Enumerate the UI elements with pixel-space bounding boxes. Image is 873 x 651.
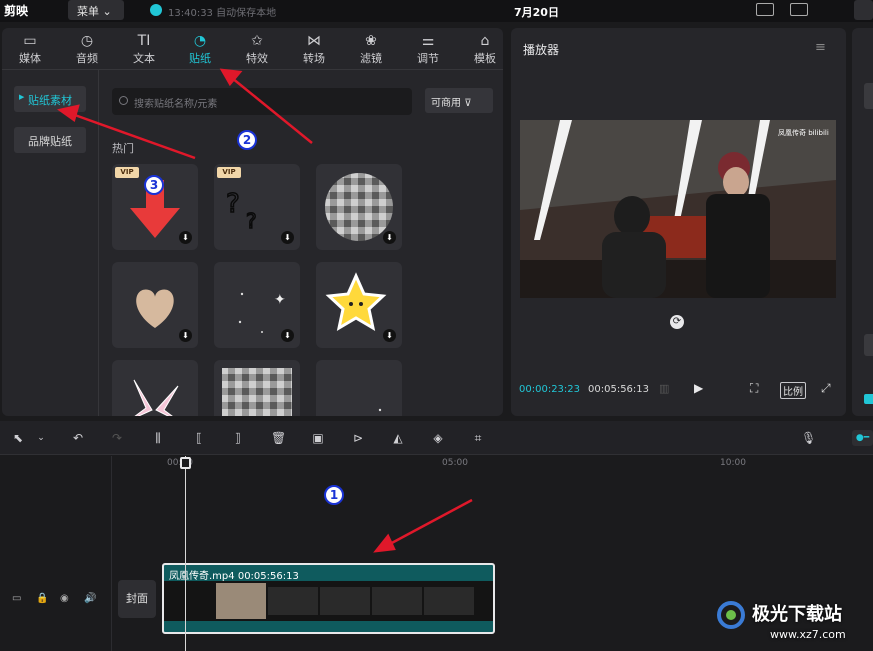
watermark-title: 极光下载站 xyxy=(752,604,842,625)
watermark-url: www.xz7.com xyxy=(770,628,846,641)
annotation-marker: 3 xyxy=(144,175,164,195)
annotation-marker: 1 xyxy=(324,485,344,505)
annotation-marker: 2 xyxy=(237,130,257,150)
annotation-arrows xyxy=(56,68,473,553)
watermark-logo xyxy=(716,600,746,630)
